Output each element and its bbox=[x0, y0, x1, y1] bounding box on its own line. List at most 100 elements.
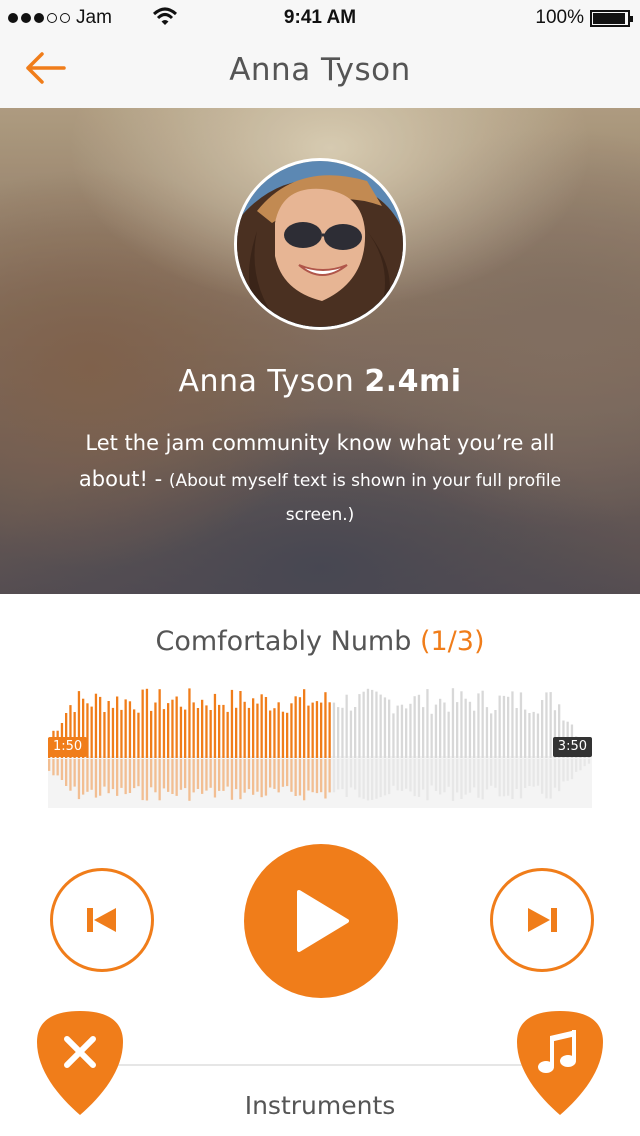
waveform-bar bbox=[311, 702, 314, 758]
play-icon bbox=[297, 890, 349, 952]
waveform-bar bbox=[286, 712, 289, 758]
waveform-reflection-bar bbox=[298, 759, 302, 796]
next-button[interactable] bbox=[490, 868, 594, 972]
waveform-bar bbox=[298, 697, 302, 758]
waveform-bar bbox=[260, 694, 263, 758]
waveform-bar bbox=[413, 696, 416, 758]
waveform-bar bbox=[201, 699, 204, 758]
waveform-bar bbox=[218, 704, 221, 758]
waveform-reflection-bar bbox=[116, 759, 119, 796]
waveform-reflection-bar bbox=[583, 759, 586, 767]
waveform-reflection-bar bbox=[90, 759, 93, 790]
waveform-reflection-bar bbox=[179, 759, 183, 790]
waveform-reflection-bar bbox=[541, 759, 544, 794]
waveform-reflection-bar bbox=[558, 759, 561, 792]
waveform-reflection-bar bbox=[128, 759, 132, 793]
waveform-bar bbox=[141, 689, 144, 758]
waveform-bar bbox=[116, 696, 119, 758]
previous-button[interactable] bbox=[50, 868, 154, 972]
waveform-reflection-bar bbox=[86, 759, 89, 792]
avatar[interactable] bbox=[234, 158, 406, 330]
waveform-bar bbox=[532, 711, 535, 758]
waveform-bar bbox=[366, 688, 370, 758]
waveform-reflection-bar bbox=[256, 759, 259, 792]
waveform-reflection-bar bbox=[524, 759, 527, 788]
waveform-reflection-bar bbox=[184, 759, 187, 789]
waveform-bar bbox=[281, 711, 285, 758]
waveform-bar bbox=[332, 702, 336, 758]
waveform-bar bbox=[188, 688, 191, 758]
waveform-bar bbox=[103, 712, 106, 758]
waveform-bar bbox=[315, 701, 319, 758]
waveform-reflection-bar bbox=[413, 759, 416, 797]
waveform-reflection-bar bbox=[481, 759, 484, 800]
waveform-bar bbox=[154, 702, 157, 758]
waveform-reflection-bar bbox=[443, 759, 446, 793]
waveform-reflection-bar bbox=[434, 759, 438, 791]
waveform-bar bbox=[269, 710, 272, 758]
waveform-reflection-bar bbox=[281, 759, 285, 787]
waveform-reflection-bar bbox=[587, 759, 591, 764]
waveform-reflection-bar bbox=[536, 759, 540, 786]
waveform-reflection-bar bbox=[502, 759, 506, 797]
waveform-bar bbox=[107, 701, 110, 758]
waveform-reflection-bar bbox=[477, 759, 480, 798]
waveform-bar bbox=[341, 707, 344, 758]
waveform-bar bbox=[150, 710, 153, 758]
waveform-bar bbox=[528, 713, 531, 758]
waveform-reflection-bar bbox=[422, 759, 425, 790]
waveform-reflection-bar bbox=[171, 759, 174, 794]
waveform-bar bbox=[481, 690, 484, 758]
waveform-bar bbox=[443, 702, 446, 758]
waveform-bar bbox=[400, 704, 404, 758]
waveform-scrubber[interactable]: 1:50 3:50 bbox=[48, 676, 592, 808]
waveform-bar bbox=[184, 709, 187, 758]
waveform-bar bbox=[294, 696, 297, 758]
waveform-bar bbox=[422, 707, 425, 758]
waveform-reflection-bar bbox=[192, 759, 195, 793]
waveform-bar bbox=[358, 694, 361, 758]
total-time: 3:50 bbox=[552, 737, 592, 757]
waveform-bar bbox=[120, 709, 123, 758]
waveform-reflection-bar bbox=[473, 759, 476, 788]
waveform-bar bbox=[230, 689, 234, 758]
elapsed-time: 1:50 bbox=[48, 737, 88, 757]
waveform-reflection-bar bbox=[519, 759, 523, 799]
waveform-bar bbox=[473, 710, 476, 758]
play-button[interactable] bbox=[244, 844, 398, 998]
waveform-reflection-bar bbox=[417, 759, 421, 797]
about-note-text: (About myself text is shown in your full… bbox=[168, 471, 562, 525]
waveform-bar bbox=[541, 700, 544, 758]
waveform-reflection-bar bbox=[375, 759, 378, 799]
waveform-bar bbox=[158, 689, 161, 758]
waveform-bar bbox=[456, 702, 459, 758]
waveform-reflection-bar bbox=[515, 759, 518, 789]
waveform-reflection-bar bbox=[188, 759, 191, 801]
waveform-reflection-bar bbox=[362, 759, 365, 799]
waveform-bar bbox=[209, 710, 212, 758]
waveform-reflection-bar bbox=[239, 759, 242, 800]
waveform-reflection-bar bbox=[430, 759, 433, 786]
waveform-reflection-bar bbox=[320, 759, 323, 793]
waveform-reflection-bar bbox=[124, 759, 127, 795]
waveform-reflection-bar bbox=[498, 759, 501, 797]
waveform-reflection-bar bbox=[426, 759, 429, 801]
waveform-reflection-bar bbox=[60, 759, 64, 780]
battery-percent: 100% bbox=[535, 7, 584, 28]
waveform-bar bbox=[354, 707, 357, 758]
waveform-bar bbox=[222, 704, 225, 758]
waveform-bar bbox=[324, 692, 327, 758]
waveform-bar bbox=[277, 702, 280, 758]
waveform-bar bbox=[145, 688, 149, 758]
waveform-reflection-bar bbox=[167, 759, 170, 792]
waveform-bar bbox=[252, 698, 255, 758]
waveform-bar bbox=[205, 705, 208, 758]
waveform-reflection-bar bbox=[230, 759, 234, 800]
instruments-label: Instruments bbox=[244, 1091, 396, 1120]
waveform-reflection-bar bbox=[103, 759, 106, 787]
waveform-reflection-bar bbox=[150, 759, 153, 788]
waveform-reflection-bar bbox=[48, 759, 51, 771]
waveform-bar bbox=[549, 692, 552, 758]
waveform-bar bbox=[167, 703, 170, 758]
nav-bar: Anna Tyson bbox=[0, 36, 640, 108]
